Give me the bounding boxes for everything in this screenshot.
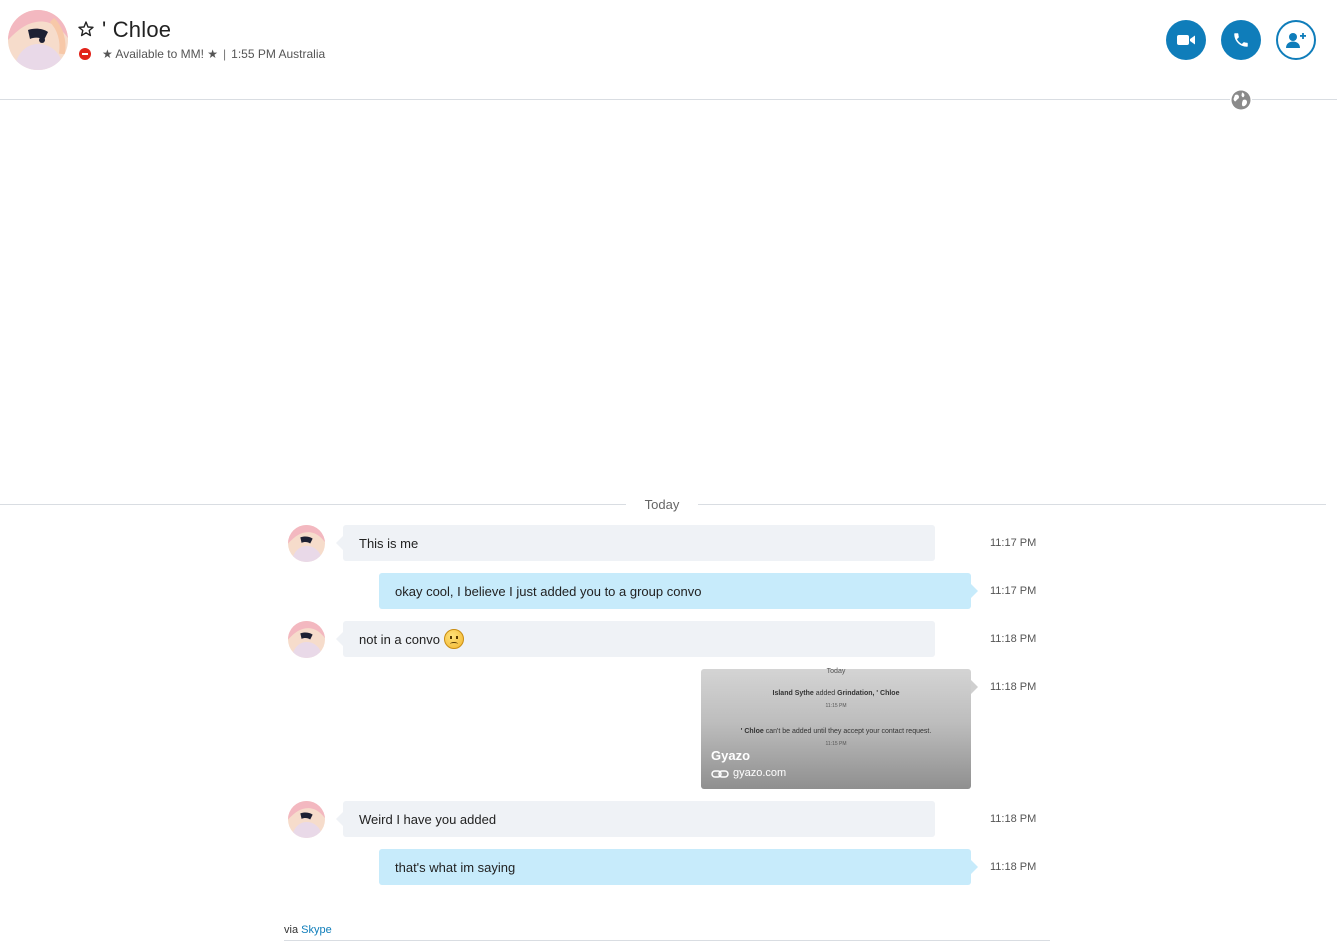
audio-call-button[interactable] (1221, 20, 1261, 60)
mood-separator: | (223, 47, 227, 61)
message-text: okay cool, I believe I just added you to… (395, 583, 702, 599)
message-timestamp: 11:18 PM (990, 813, 1037, 825)
video-camera-icon (1177, 35, 1195, 45)
via-prefix: via (284, 924, 299, 936)
message-bubble-outgoing[interactable]: that's what im saying (379, 849, 978, 885)
sender-avatar[interactable] (288, 621, 325, 658)
thumbnail-text: 11:15 PM (825, 703, 847, 709)
thumbnail-text: Today (826, 668, 846, 675)
message-bubble-incoming[interactable]: not in a convo (336, 621, 935, 657)
local-time: 1:55 PM Australia (231, 47, 326, 61)
message-timestamp: 11:18 PM (990, 861, 1037, 873)
contact-name[interactable]: ' Chloe (102, 17, 171, 43)
add-people-button[interactable] (1276, 20, 1316, 60)
link-preview-thumbnail: Today Island Sythe added Grindation, ' C… (701, 668, 971, 749)
footer-divider (284, 940, 1050, 941)
day-label: Today (626, 497, 698, 512)
thumbnail-text: ' Chloe can't be added until they accept… (740, 728, 932, 735)
message-text: that's what im saying (395, 859, 516, 875)
message-bubble-outgoing[interactable]: okay cool, I believe I just added you to… (379, 573, 978, 609)
message-bubble-incoming[interactable]: Weird I have you added (336, 801, 935, 837)
phone-icon (1234, 33, 1248, 47)
message-timestamp: 11:17 PM (990, 585, 1037, 597)
sender-avatar[interactable] (288, 525, 325, 562)
via-label: via Skype (284, 924, 332, 936)
message-timestamp: 11:18 PM (990, 681, 1037, 693)
message-text: not in a convo (359, 631, 440, 647)
link-icon (711, 767, 729, 779)
link-preview-title[interactable]: Gyazo (711, 748, 750, 763)
message-timestamp: 11:17 PM (990, 537, 1037, 549)
thumbnail-text: Island Sythe added Grindation, ' Chloe (772, 690, 900, 697)
link-preview-card[interactable]: Today Island Sythe added Grindation, ' C… (701, 668, 978, 789)
video-call-button[interactable] (1166, 20, 1206, 60)
add-person-icon (1286, 33, 1306, 48)
thumbnail-text: 11:15 PM (825, 741, 847, 747)
skype-link[interactable]: Skype (301, 924, 332, 936)
conversation-header: ' Chloe ★ Available to MM! ★ | 1:55 PM Aus… (0, 0, 1337, 100)
presence-dnd-icon (79, 48, 91, 60)
contact-avatar[interactable] (8, 10, 68, 70)
message-bubble-incoming[interactable]: This is me (336, 525, 935, 561)
mood-message: ★ Available to MM! ★ (102, 47, 219, 61)
sender-avatar[interactable] (288, 801, 325, 838)
link-preview-domain[interactable]: gyazo.com (733, 767, 786, 779)
favorite-star-icon[interactable] (77, 20, 95, 38)
globe-icon[interactable] (1230, 89, 1252, 111)
message-timestamp: 11:18 PM (990, 633, 1037, 645)
message-text: This is me (359, 535, 419, 551)
contact-mood-line: ★ Available to MM! ★ | 1:55 PM Australia (102, 47, 325, 61)
message-text: Weird I have you added (359, 811, 497, 827)
sad-emoticon-icon[interactable] (443, 629, 464, 649)
